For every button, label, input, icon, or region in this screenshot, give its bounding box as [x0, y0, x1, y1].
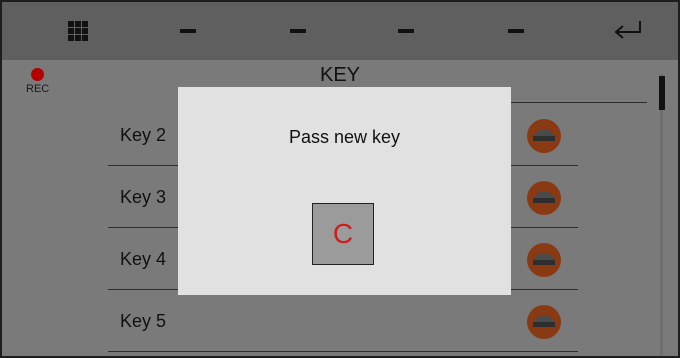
key-label: Key 5 [120, 310, 167, 331]
key-label: Key 4 [120, 248, 167, 269]
key-row[interactable]: Key 5 [108, 290, 578, 352]
minus-icon [290, 29, 306, 33]
toolbar-button-4[interactable] [374, 2, 438, 60]
pass-key-dialog: Pass new key C [178, 87, 511, 295]
cancel-button[interactable]: C [312, 203, 374, 265]
menu-button[interactable] [46, 2, 110, 60]
enter-icon [614, 21, 641, 39]
scrollbar-track[interactable] [660, 74, 663, 356]
key-label: Key 3 [120, 186, 167, 207]
toolbar-button-5[interactable] [484, 2, 548, 60]
scrollbar-thumb[interactable] [659, 76, 665, 110]
minus-icon [398, 29, 414, 33]
dialog-title: Pass new key [288, 127, 401, 147]
top-toolbar [2, 2, 678, 60]
toolbar-button-2[interactable] [156, 2, 220, 60]
minus-icon [180, 29, 196, 33]
key-fob-icon [527, 243, 561, 277]
toolbar-button-3[interactable] [266, 2, 330, 60]
key-label: Key 2 [120, 124, 167, 145]
grid-icon [68, 21, 88, 41]
page-title: KEY [319, 64, 361, 86]
minus-icon [508, 29, 524, 33]
back-button[interactable] [596, 2, 660, 60]
row-divider [108, 351, 578, 352]
key-fob-icon [527, 305, 561, 339]
screen: REC KEY Key 2 Key 3 Key 4 Key 5 Pass new… [0, 0, 680, 358]
key-fob-icon [527, 181, 561, 215]
key-fob-icon [527, 119, 561, 153]
